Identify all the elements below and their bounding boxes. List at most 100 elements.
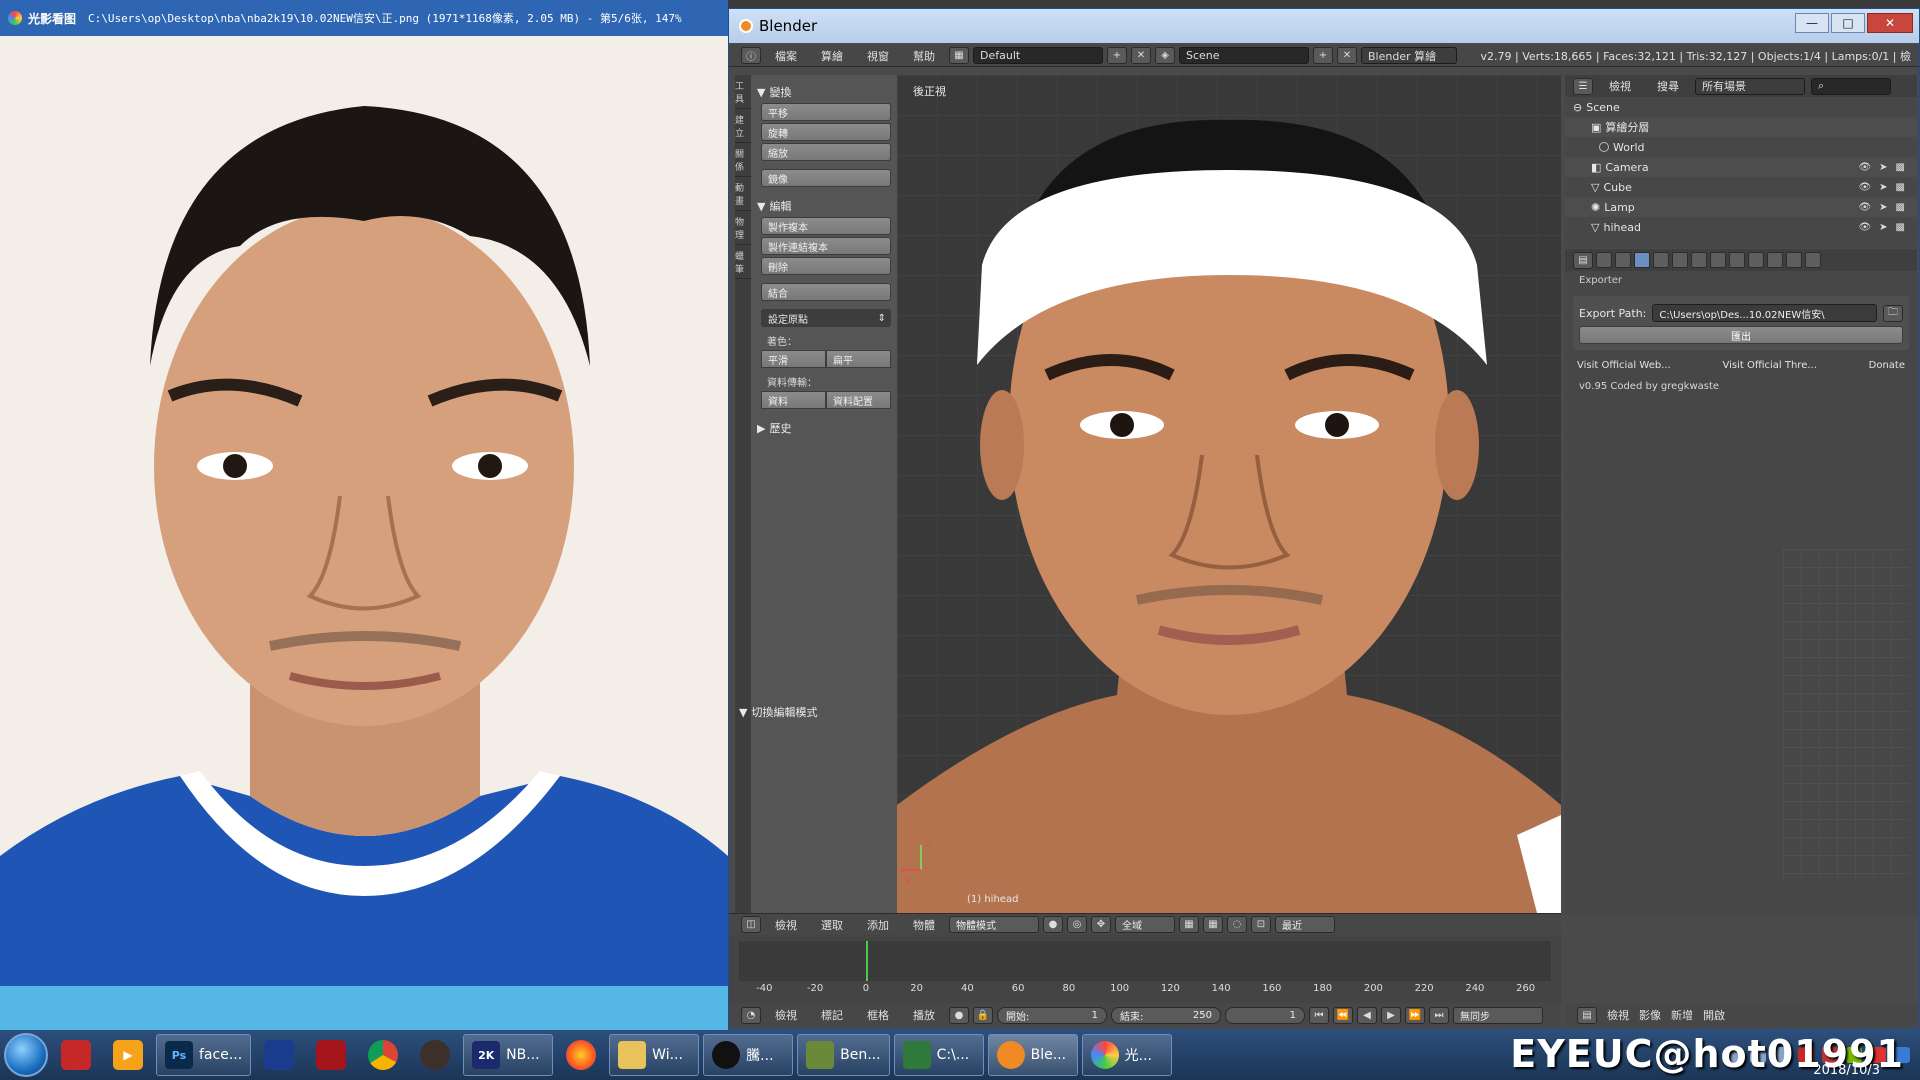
outliner-menu-search[interactable]: 搜尋 bbox=[1647, 78, 1689, 94]
cursor-icon[interactable]: ➤ bbox=[1879, 182, 1887, 193]
eye-icon[interactable]: 👁 bbox=[1858, 202, 1871, 213]
screen-layout-icon[interactable]: ▦ bbox=[949, 47, 969, 64]
jump-start-icon[interactable]: ⏮ bbox=[1309, 1006, 1329, 1024]
duplicate-button[interactable]: 製作複本 bbox=[761, 217, 891, 235]
visibility-toggles[interactable]: 👁 ➤ ▩ bbox=[1858, 222, 1917, 233]
layers-icon[interactable]: ▦ bbox=[1203, 916, 1223, 933]
taskbar-button-explorer[interactable]: Wi... bbox=[609, 1034, 700, 1076]
timeline-editor-type-icon[interactable]: ◔ bbox=[741, 1006, 761, 1024]
remove-scene-icon[interactable]: ✕ bbox=[1337, 47, 1357, 64]
menu-render[interactable]: 算繪 bbox=[811, 48, 853, 64]
scene-icon[interactable]: ◈ bbox=[1155, 47, 1175, 64]
export-path-input[interactable]: C:\Users\op\Des...10.02NEW信安\ bbox=[1652, 304, 1877, 322]
proportional-edit-icon[interactable]: ◌ bbox=[1227, 916, 1247, 933]
export-button[interactable]: 匯出 bbox=[1579, 326, 1903, 344]
timeline-track[interactable] bbox=[739, 941, 1551, 981]
particles-tab-icon[interactable] bbox=[1786, 252, 1802, 268]
select-menu[interactable]: 選取 bbox=[811, 917, 853, 933]
outliner-row-render-layers[interactable]: ▣ 算繪分層 bbox=[1565, 117, 1917, 137]
add-layout-icon[interactable]: + bbox=[1107, 47, 1127, 64]
snap-element-select[interactable]: 最近 bbox=[1275, 916, 1335, 933]
taskbar-button-terminal[interactable]: C:\... bbox=[893, 1034, 984, 1076]
menu-help[interactable]: 幫助 bbox=[903, 48, 945, 64]
screen-layout-field[interactable]: Default bbox=[973, 47, 1103, 64]
object-menu[interactable]: 物體 bbox=[903, 917, 945, 933]
viewport-shading-icon[interactable]: ● bbox=[1043, 916, 1063, 933]
data-tab-icon[interactable] bbox=[1729, 252, 1745, 268]
taskbar-button-nba2k19[interactable]: 2K NB... bbox=[463, 1034, 554, 1076]
material-tab-icon[interactable] bbox=[1748, 252, 1764, 268]
menu-window[interactable]: 視窗 bbox=[857, 48, 899, 64]
3d-view-editor-type-icon[interactable]: ◫ bbox=[741, 916, 761, 933]
timeline[interactable]: -40 -20 0 20 40 60 80 100 120 140 160 180 200 220 240 2… bbox=[729, 935, 1561, 1003]
duplicate-linked-button[interactable]: 製作連結複本 bbox=[761, 237, 891, 255]
viewer-titlebar[interactable]: 光影看图 C:\Users\op\Desktop\nba\nba2k19\10.… bbox=[0, 0, 728, 36]
start-frame-field[interactable]: 開始: 1 bbox=[997, 1006, 1107, 1024]
constraints-tab-icon[interactable] bbox=[1691, 252, 1707, 268]
layers-icon[interactable]: ▦ bbox=[1179, 916, 1199, 933]
record-icon[interactable]: ● bbox=[949, 1006, 969, 1024]
image-open-button[interactable]: 開啟 bbox=[1703, 1007, 1725, 1023]
play-reverse-icon[interactable]: ◀ bbox=[1357, 1006, 1377, 1024]
tab-physics[interactable]: 物理 bbox=[735, 211, 751, 245]
taskbar-button-image-viewer[interactable]: 光... bbox=[1081, 1034, 1172, 1076]
outliner-editor-type-icon[interactable]: ☰ bbox=[1573, 77, 1593, 95]
menu-file[interactable]: 檔案 bbox=[765, 48, 807, 64]
pinned-app[interactable] bbox=[307, 1035, 355, 1075]
play-icon[interactable]: ▶ bbox=[1381, 1006, 1401, 1024]
blender-titlebar[interactable]: Blender — □ ✕ bbox=[729, 9, 1919, 43]
render-icon[interactable]: ▩ bbox=[1896, 162, 1905, 173]
visibility-toggles[interactable]: 👁 ➤ ▩ bbox=[1858, 162, 1917, 173]
visibility-toggles[interactable]: 👁 ➤ ▩ bbox=[1858, 182, 1917, 193]
tab-animation[interactable]: 動畫 bbox=[735, 177, 751, 211]
timeline-frame-menu[interactable]: 框格 bbox=[857, 1007, 899, 1023]
render-icon[interactable]: ▩ bbox=[1896, 202, 1905, 213]
texture-tab-icon[interactable] bbox=[1767, 252, 1783, 268]
outliner-menu-view[interactable]: 檢視 bbox=[1599, 78, 1641, 94]
visibility-toggles[interactable]: 👁 ➤ ▩ bbox=[1858, 202, 1917, 213]
prev-keyframe-icon[interactable]: ⏪ bbox=[1333, 1006, 1353, 1024]
outliner-row-lamp[interactable]: ✺ Lamp 👁 ➤ ▩ bbox=[1565, 197, 1917, 217]
scale-button[interactable]: 縮放 bbox=[761, 143, 891, 161]
modifiers-tab-icon[interactable] bbox=[1710, 252, 1726, 268]
next-keyframe-icon[interactable]: ⏩ bbox=[1405, 1006, 1425, 1024]
visit-official-thread-link[interactable]: Visit Official Thre... bbox=[1722, 360, 1816, 371]
visit-official-website-link[interactable]: Visit Official Web... bbox=[1577, 360, 1671, 371]
panel-history-header[interactable]: ▶ 歷史 bbox=[757, 419, 891, 437]
pinned-app[interactable] bbox=[255, 1035, 303, 1075]
translate-button[interactable]: 平移 bbox=[761, 103, 891, 121]
snap-icon[interactable]: ⊡ bbox=[1251, 916, 1271, 933]
remove-layout-icon[interactable]: ✕ bbox=[1131, 47, 1151, 64]
eye-icon[interactable]: 👁 bbox=[1858, 162, 1871, 173]
cursor-icon[interactable]: ➤ bbox=[1879, 202, 1887, 213]
image-view-menu[interactable]: 檢視 bbox=[1607, 1007, 1629, 1023]
tab-relations[interactable]: 關係 bbox=[735, 143, 751, 177]
shade-flat-button[interactable]: 扁平 bbox=[826, 350, 891, 368]
donate-link[interactable]: Donate bbox=[1869, 360, 1905, 371]
view-menu[interactable]: 檢視 bbox=[765, 917, 807, 933]
properties-editor-type-icon[interactable]: ▤ bbox=[1573, 251, 1593, 269]
eye-icon[interactable]: 👁 bbox=[1858, 182, 1871, 193]
eye-icon[interactable]: 👁 bbox=[1858, 222, 1871, 233]
tab-grease-pencil[interactable]: 蠟筆 bbox=[735, 245, 751, 279]
data-button[interactable]: 資料 bbox=[761, 391, 826, 409]
scene-tab-icon[interactable] bbox=[1634, 252, 1650, 268]
cursor-icon[interactable]: ➤ bbox=[1879, 222, 1887, 233]
outliner-row-camera[interactable]: ◧ Camera 👁 ➤ ▩ bbox=[1565, 157, 1917, 177]
start-button[interactable] bbox=[4, 1033, 48, 1077]
end-frame-field[interactable]: 結束: 250 bbox=[1111, 1006, 1221, 1024]
render-layers-tab-icon[interactable] bbox=[1615, 252, 1631, 268]
sync-mode-select[interactable]: 無同步 bbox=[1453, 1006, 1543, 1024]
pivot-point-icon[interactable]: ◎ bbox=[1067, 916, 1087, 933]
current-frame-field[interactable]: 1 bbox=[1225, 1006, 1305, 1024]
pinned-app[interactable] bbox=[557, 1035, 605, 1075]
image-menu[interactable]: 影像 bbox=[1639, 1007, 1661, 1023]
outliner-row-hihead[interactable]: ▽ hihead 👁 ➤ ▩ bbox=[1565, 217, 1917, 237]
add-scene-icon[interactable]: + bbox=[1313, 47, 1333, 64]
jump-end-icon[interactable]: ⏭ bbox=[1429, 1006, 1449, 1024]
image-editor-type-icon[interactable]: ▤ bbox=[1577, 1006, 1597, 1024]
cursor-icon[interactable]: ➤ bbox=[1879, 162, 1887, 173]
outliner-row-world[interactable]: World bbox=[1565, 137, 1917, 157]
mirror-button[interactable]: 鏡像 bbox=[761, 169, 891, 187]
render-icon[interactable]: ▩ bbox=[1896, 222, 1905, 233]
